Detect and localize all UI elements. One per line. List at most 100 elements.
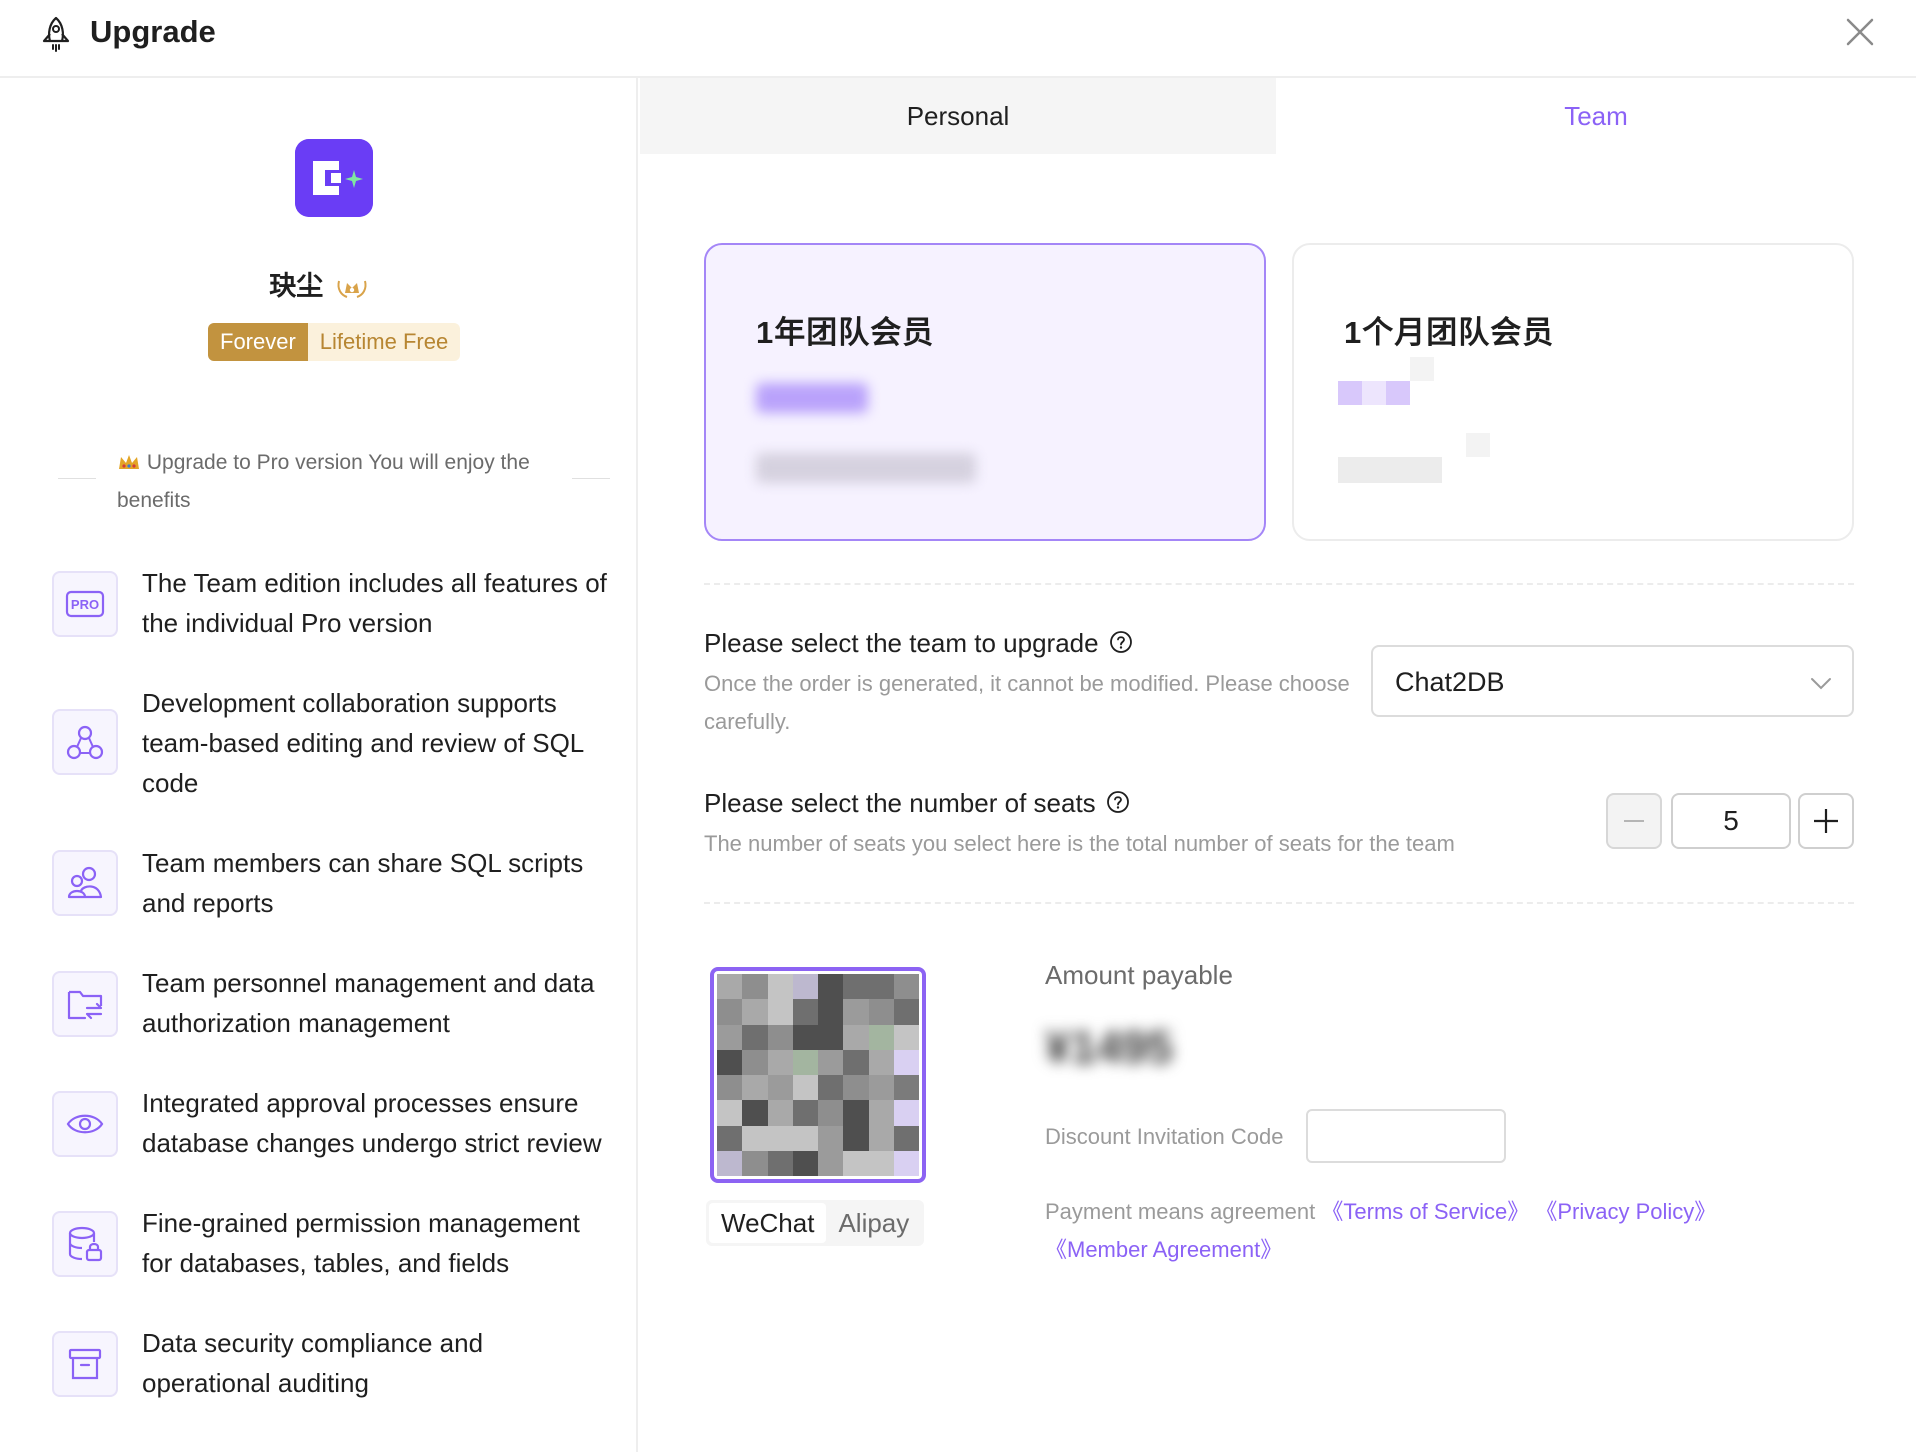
qr-pixel xyxy=(717,1049,743,1075)
seats-quantity-input[interactable]: 5 xyxy=(1671,793,1791,849)
seats-title: Please select the number of seats xyxy=(704,788,1130,819)
qr-pixel xyxy=(893,974,919,1000)
qr-pixel xyxy=(843,1100,869,1126)
team-members-icon xyxy=(52,850,118,916)
discount-code-input[interactable] xyxy=(1306,1109,1506,1163)
payment-tab-alipay[interactable]: Alipay xyxy=(826,1203,921,1243)
plan-note-redacted xyxy=(756,453,976,483)
eye-icon xyxy=(52,1091,118,1157)
qr-pixel xyxy=(742,999,768,1025)
qr-pixel xyxy=(868,1024,894,1050)
crown-badge-icon xyxy=(337,280,367,298)
feature-text: Team personnel management and data autho… xyxy=(142,968,595,1038)
qr-pixel xyxy=(843,1150,869,1176)
qr-pixel xyxy=(717,1100,743,1126)
qr-pixel xyxy=(843,1024,869,1050)
help-icon[interactable] xyxy=(1106,790,1130,814)
feature-text: Fine-grained permission management for d… xyxy=(142,1208,580,1278)
qr-pixel xyxy=(767,999,793,1025)
qr-pixel xyxy=(868,1125,894,1151)
qr-pixel xyxy=(717,1024,743,1050)
divider xyxy=(704,583,1854,585)
payment-agreement: Payment means agreement 《Terms of Servic… xyxy=(1045,1193,1745,1269)
app-logo xyxy=(295,139,373,217)
qr-pixel xyxy=(742,1150,768,1176)
qr-pixel xyxy=(818,1075,844,1101)
member-agreement-link[interactable]: 《Member Agreement》 xyxy=(1045,1237,1282,1262)
plan-card-monthly[interactable]: 1个月团队会员 xyxy=(1292,243,1854,541)
feature-text: Integrated approval processes ensure dat… xyxy=(142,1088,602,1158)
qr-pixel xyxy=(767,1075,793,1101)
divider-left xyxy=(58,478,96,479)
dialog-header: Upgrade xyxy=(0,0,1916,78)
close-icon[interactable] xyxy=(1840,12,1880,52)
pixel-redact xyxy=(1362,381,1386,405)
qr-pixel xyxy=(717,1075,743,1101)
tab-personal[interactable]: Personal xyxy=(640,78,1276,154)
qr-pixel xyxy=(717,1150,743,1176)
qr-pixel xyxy=(893,1075,919,1101)
pro-icon: PRO xyxy=(52,571,118,637)
qr-pixel xyxy=(893,1125,919,1151)
plan-card-yearly[interactable]: 1年团队会员 xyxy=(704,243,1266,541)
dialog-title: Upgrade xyxy=(90,14,216,49)
qr-pixel xyxy=(868,999,894,1025)
qr-pixel xyxy=(717,974,743,1000)
folder-transfer-icon xyxy=(52,971,118,1037)
seats-increment-button[interactable] xyxy=(1798,793,1854,849)
pixel-redact xyxy=(1338,457,1442,483)
qr-pixel xyxy=(818,1150,844,1176)
qr-pixel xyxy=(893,999,919,1025)
membership-badge: Forever Lifetime Free xyxy=(208,323,461,361)
help-icon[interactable] xyxy=(1109,630,1133,654)
qr-pixel xyxy=(818,974,844,1000)
plan-name: 1个月团队会员 xyxy=(1344,315,1555,350)
qr-pixel xyxy=(818,1125,844,1151)
qr-pixel xyxy=(792,1075,818,1101)
terms-of-service-link[interactable]: 《Terms of Service》 xyxy=(1321,1199,1529,1224)
archive-box-icon xyxy=(52,1331,118,1397)
qr-pixel xyxy=(868,974,894,1000)
seats-decrement-button[interactable] xyxy=(1606,793,1662,849)
qr-pixel xyxy=(843,999,869,1025)
team-select-dropdown[interactable]: Chat2DB xyxy=(1371,645,1854,717)
plan-price-redacted xyxy=(756,383,868,413)
qr-pixel xyxy=(818,1049,844,1075)
user-name: 玦尘 xyxy=(0,264,638,303)
plan-type-tabs: Personal Team xyxy=(640,78,1916,154)
team-select-title: Please select the team to upgrade xyxy=(704,628,1133,659)
qr-pixel xyxy=(792,1125,818,1151)
qr-pixel xyxy=(792,999,818,1025)
privacy-policy-link[interactable]: 《Privacy Policy》 xyxy=(1535,1199,1716,1224)
divider-right xyxy=(572,478,610,479)
qr-pixel xyxy=(742,1125,768,1151)
payment-method-tabs: WeChat Alipay xyxy=(706,1200,925,1246)
qr-pixel xyxy=(717,999,743,1025)
qr-pixel xyxy=(868,1100,894,1126)
tab-team[interactable]: Team xyxy=(1276,78,1916,154)
qr-pixel xyxy=(792,1100,818,1126)
chevron-down-icon xyxy=(1811,678,1831,690)
qr-pixel xyxy=(767,1125,793,1151)
divider xyxy=(704,902,1854,904)
qr-pixel xyxy=(767,1150,793,1176)
qr-pixel xyxy=(843,1049,869,1075)
qr-pixel xyxy=(893,1024,919,1050)
benefits-intro: Upgrade to Pro version You will enjoy th… xyxy=(117,444,547,520)
qr-pixel xyxy=(742,974,768,1000)
svg-text:PRO: PRO xyxy=(71,597,99,612)
crown-icon xyxy=(119,455,139,469)
seats-title-text: Please select the number of seats xyxy=(704,788,1096,818)
agreement-prefix: Payment means agreement xyxy=(1045,1199,1316,1224)
pixel-redact xyxy=(1410,357,1434,381)
qr-pixel xyxy=(843,974,869,1000)
qr-pixel xyxy=(893,1100,919,1126)
team-select-value: Chat2DB xyxy=(1395,667,1505,697)
feature-text: Development collaboration supports team-… xyxy=(142,688,584,798)
payment-qr-code xyxy=(710,967,926,1183)
qr-pixel xyxy=(868,1075,894,1101)
benefits-panel: 玦尘 Forever Lifetime Free Upgrade to Pro … xyxy=(0,78,638,1452)
qr-pixel xyxy=(893,1049,919,1075)
qr-pixel xyxy=(868,1049,894,1075)
payment-tab-wechat[interactable]: WeChat xyxy=(709,1203,827,1243)
